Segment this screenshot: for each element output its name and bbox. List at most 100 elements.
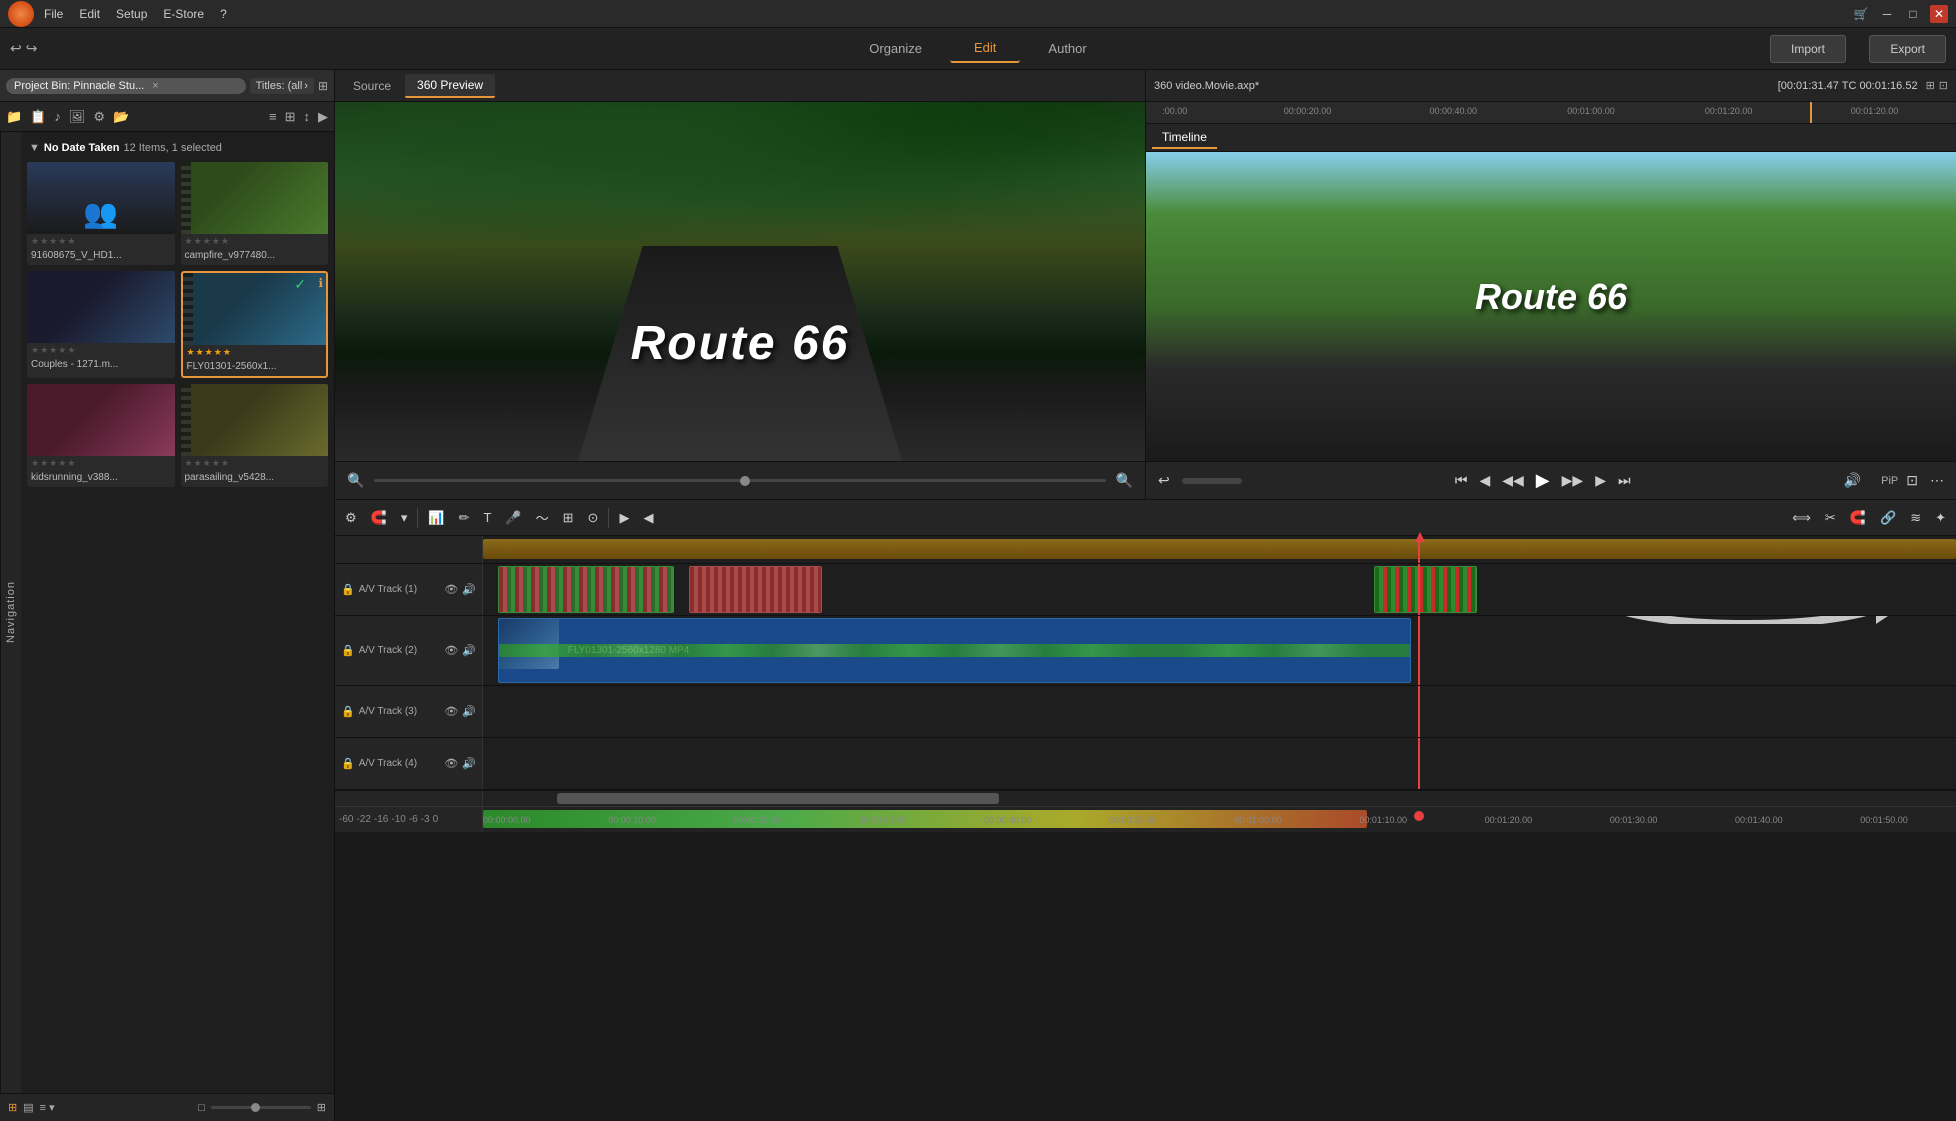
sort-order-icon[interactable]: ↕ (304, 109, 311, 124)
export-button[interactable]: Export (1869, 35, 1946, 63)
tab-organize[interactable]: Organize (845, 35, 946, 62)
minimize-button[interactable]: ─ (1878, 5, 1896, 23)
tab-source[interactable]: Source (341, 75, 403, 97)
cart-icon[interactable]: 🛒 (1852, 5, 1870, 23)
media-item[interactable]: ★★★★★ kidsrunning_v388... (27, 384, 175, 487)
menu-setup[interactable]: Setup (116, 7, 147, 21)
effects-icon[interactable]: ⚙ (93, 109, 105, 125)
tl-circle-icon[interactable]: ⊙ (584, 508, 603, 528)
fullscreen-icon[interactable]: ⊞ (1926, 79, 1935, 92)
tl-magnetic-icon[interactable]: 🧲 (1846, 508, 1870, 528)
maximize-button[interactable]: □ (1904, 5, 1922, 23)
media-item[interactable]: ★★★★★ parasailing_v5428... (181, 384, 329, 487)
clip-av2-main[interactable]: FLY01301-2560x1280 MP4 (498, 618, 1411, 683)
menu-help[interactable]: ? (220, 7, 227, 21)
tl-more-icon[interactable]: ▾ (397, 508, 412, 528)
image-icon[interactable]: 🖼 (69, 109, 86, 125)
grid-view-btn[interactable]: ⊞ (8, 1101, 17, 1114)
tl-marker-in-icon[interactable]: ▶ (615, 508, 633, 528)
scroll-bar-content[interactable] (483, 791, 1956, 806)
zoom-slider[interactable] (374, 479, 1105, 482)
settings-icon[interactable]: ⊡ (1939, 79, 1948, 92)
zoom-out-icon[interactable]: 🔍 (343, 470, 368, 491)
list-view-btn[interactable]: ≡ ▾ (40, 1101, 55, 1114)
prev-frame-button[interactable]: ◀ (1475, 470, 1494, 491)
tl-draw-icon[interactable]: ✏ (455, 508, 474, 528)
list-view-icon[interactable]: ≡ (269, 109, 277, 124)
tl-text-icon[interactable]: T (479, 508, 495, 527)
tl-wave-icon[interactable]: 〜 (532, 506, 553, 529)
close-button[interactable]: ✕ (1930, 5, 1948, 23)
lock-icon-av3[interactable]: 🔒 (341, 705, 355, 718)
tl-cut-icon[interactable]: ✂ (1821, 508, 1840, 528)
music-icon[interactable]: ♪ (54, 109, 61, 124)
tl-snap-icon[interactable]: 🧲 (367, 508, 391, 528)
timeline-scrollbar (335, 790, 1956, 806)
lock-icon-av1[interactable]: 🔒 (341, 583, 355, 596)
redo-button[interactable]: ↪ (26, 40, 38, 57)
tab-timeline[interactable]: Timeline (1152, 127, 1217, 149)
media-item-selected[interactable]: ✓ ℹ ★★★★★ FLY01301-2560x1... (181, 271, 329, 378)
menu-file[interactable]: File (44, 7, 63, 21)
undo-button[interactable]: ↩ (10, 40, 22, 57)
media-item[interactable]: ★★★★★ Couples - 1271.m... (27, 271, 175, 378)
eye-icon-av1[interactable]: 👁 (444, 583, 458, 596)
bottom-playhead-circle[interactable] (1414, 811, 1424, 821)
panel-options-icon[interactable]: ▶ (318, 109, 328, 125)
lock-icon-av4[interactable]: 🔒 (341, 757, 355, 770)
panel-expand-icon[interactable]: ⊞ (318, 79, 328, 93)
filmstrip-view-btn[interactable]: ▤ (23, 1101, 33, 1114)
more-options-button[interactable]: ⋯ (1926, 470, 1948, 491)
clip-av1-1[interactable] (498, 566, 675, 613)
rewind-button[interactable]: ◀◀ (1498, 470, 1528, 491)
go-to-end-button[interactable]: ⏭ (1614, 470, 1635, 491)
eye-icon-av4[interactable]: 👁 (444, 757, 458, 770)
audio-icon-av4[interactable]: 🔊 (462, 757, 476, 770)
return-to-start-icon[interactable]: ↩ (1154, 470, 1174, 491)
scroll-thumb[interactable] (557, 793, 999, 804)
play-button[interactable]: ▶ (1532, 468, 1554, 493)
import-button[interactable]: Import (1770, 35, 1846, 63)
next-frame-button[interactable]: ▶ (1591, 470, 1610, 491)
audio-icon-av3[interactable]: 🔊 (462, 705, 476, 718)
tl-link-icon[interactable]: 🔗 (1876, 508, 1900, 528)
size-slider[interactable] (211, 1106, 311, 1109)
clip-av1-2[interactable] (689, 566, 822, 613)
tl-expand-icon[interactable]: ⟺ (1788, 508, 1815, 528)
tl-settings-icon[interactable]: ⚙ (341, 508, 361, 528)
lock-icon-av2[interactable]: 🔒 (341, 644, 355, 657)
eye-icon-av2[interactable]: 👁 (444, 644, 458, 657)
tl-grid-icon[interactable]: ⊞ (559, 508, 578, 528)
media-item[interactable]: ★★★★★ 91608675_V_HD1... (27, 162, 175, 265)
folder-icon[interactable]: 📂 (113, 109, 129, 125)
pip-button[interactable]: PiP (1881, 475, 1898, 487)
project-bin-label[interactable]: Project Bin: Pinnacle Stu... × (6, 78, 246, 94)
grid-view-icon[interactable]: ⊞ (285, 109, 296, 125)
zoom-in-icon[interactable]: 🔍 (1112, 470, 1137, 491)
tl-marker-out-icon[interactable]: ◀ (639, 508, 657, 528)
menu-estore[interactable]: E-Store (163, 7, 204, 21)
title-track-clip[interactable] (483, 539, 1956, 559)
audio-icon-av1[interactable]: 🔊 (462, 583, 476, 596)
titles-label[interactable]: Titles: (all › (250, 78, 314, 94)
fast-forward-button[interactable]: ▶▶ (1558, 470, 1588, 491)
tl-extra-icon[interactable]: ≋ (1906, 508, 1925, 528)
tl-chart-icon[interactable]: 📊 (424, 508, 448, 528)
media-item[interactable]: ★★★★★ campfire_v977480... (181, 162, 329, 265)
tab-360-preview[interactable]: 360 Preview (405, 74, 495, 98)
clip-av1-3[interactable] (1374, 566, 1477, 613)
maximize-preview-button[interactable]: ⊡ (1902, 470, 1922, 491)
sort-icon[interactable]: 📋 (30, 109, 46, 125)
tl-mic-icon[interactable]: 🎤 (501, 508, 525, 528)
project-bin-close[interactable]: × (152, 80, 158, 92)
menu-edit[interactable]: Edit (79, 7, 100, 21)
eye-icon-av3[interactable]: 👁 (444, 705, 458, 718)
tl-wand-icon[interactable]: ✦ (1931, 508, 1950, 528)
volume-button[interactable]: 🔊 (1840, 470, 1865, 491)
go-to-start-button[interactable]: ⏮ (1451, 470, 1472, 491)
audio-icon-av2[interactable]: 🔊 (462, 644, 476, 657)
group-expand-icon[interactable]: ▼ (29, 142, 40, 154)
tab-edit[interactable]: Edit (950, 34, 1020, 63)
tab-author[interactable]: Author (1024, 35, 1110, 62)
view-bin-icon[interactable]: 📁 (6, 109, 22, 125)
